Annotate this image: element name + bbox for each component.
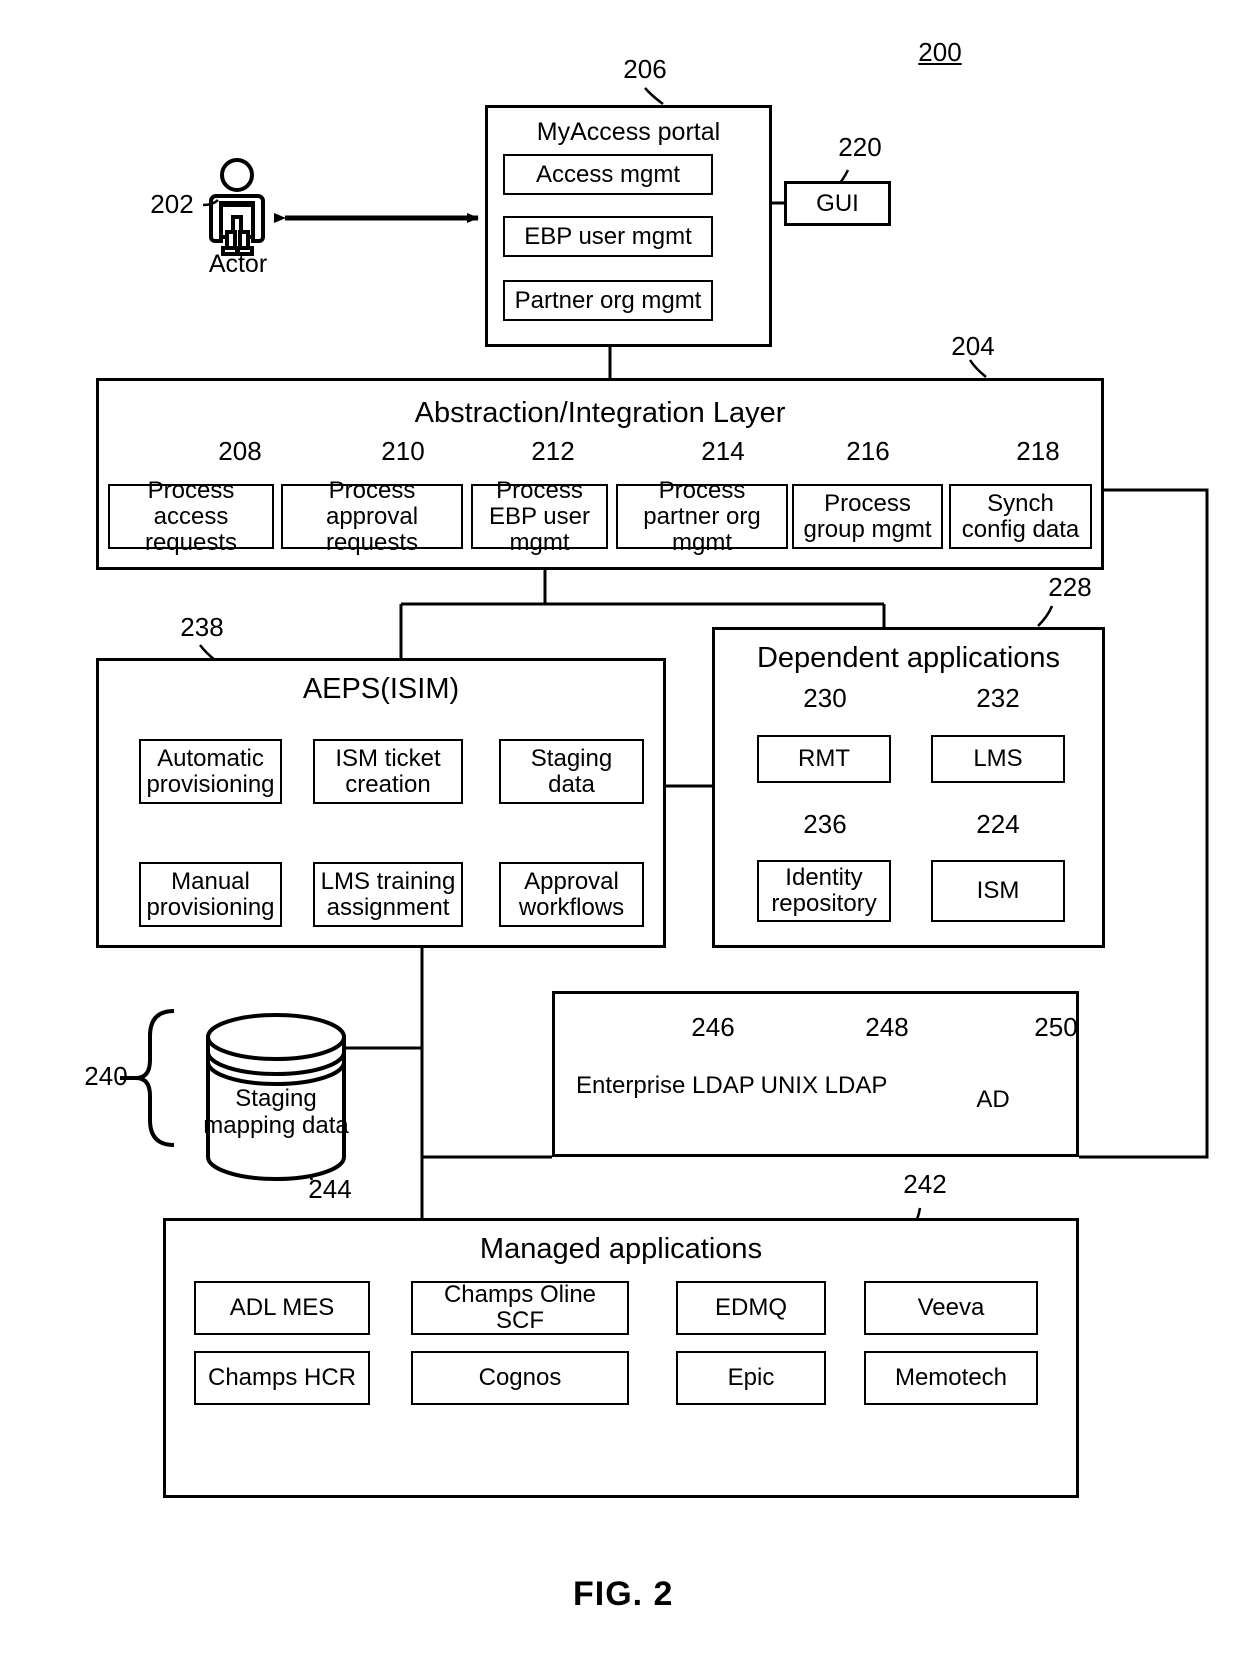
reference-212: 212 <box>531 436 575 466</box>
abstraction-item-synch-config-data[interactable]: Synch config data <box>949 484 1092 549</box>
reference-202: 202 <box>150 189 194 219</box>
reference-204: 204 <box>951 331 995 361</box>
portal-item-access-mgmt[interactable]: Access mgmt <box>503 154 713 195</box>
aeps-title: AEPS(ISIM) <box>302 673 460 705</box>
dependent-app-identity-repository[interactable]: Identity repository <box>757 860 891 922</box>
abstraction-item-process-ebp-user-mgmt[interactable]: Process EBP user mgmt <box>471 477 608 555</box>
dependent-app-rmt[interactable]: RMT <box>757 735 891 783</box>
dependent-app-lms[interactable]: LMS <box>931 735 1065 783</box>
portal-item-ebp-user-mgmt[interactable]: EBP user mgmt <box>503 216 713 257</box>
abstraction-item-process-access-requests[interactable]: Process access requests <box>108 477 274 555</box>
aeps-staging-branch <box>291 1027 422 1050</box>
reference-246: 246 <box>691 1012 735 1042</box>
abstraction-item-process-group-mgmt[interactable]: Process group mgmt <box>792 484 943 549</box>
reference-232: 232 <box>976 683 1020 713</box>
abstraction-item-process-partner-org-mgmt[interactable]: Process partner org mgmt <box>616 477 788 555</box>
reference-250: 250 <box>1034 1012 1078 1042</box>
managed-app-cognos[interactable]: Cognos <box>411 1351 629 1405</box>
staging-mapping-data-label: Staging mapping data <box>203 1085 349 1139</box>
ad-label[interactable]: AD <box>918 1087 1068 1113</box>
managed-applications-title: Managed applications <box>479 1233 763 1265</box>
unix-ldap-label[interactable]: UNIX LDAP <box>749 1073 899 1099</box>
reference-210: 210 <box>381 436 425 466</box>
dependent-app-ism[interactable]: ISM <box>931 860 1065 922</box>
managed-app-champs-hcr[interactable]: Champs HCR <box>194 1351 370 1405</box>
bracket-240 <box>135 1009 175 1147</box>
managed-app-veeva[interactable]: Veeva <box>864 1281 1038 1335</box>
portal-item-partner-org-mgmt[interactable]: Partner org mgmt <box>503 280 713 321</box>
reference-228: 228 <box>1048 572 1092 602</box>
reference-220: 220 <box>838 132 882 162</box>
aeps-item-staging-data[interactable]: Staging data <box>499 739 644 804</box>
figure-caption: FIG. 2 <box>573 1575 674 1613</box>
reference-230: 230 <box>803 683 847 713</box>
aeps-item-ism-ticket-creation[interactable]: ISM ticket creation <box>313 739 463 804</box>
gui-box[interactable]: GUI <box>784 181 891 226</box>
reference-208: 208 <box>218 436 262 466</box>
reference-242: 242 <box>903 1169 947 1199</box>
actor-label: Actor <box>208 250 268 278</box>
managed-app-epic[interactable]: Epic <box>676 1351 826 1405</box>
reference-224: 224 <box>976 809 1020 839</box>
managed-app-champs-oline-scf[interactable]: Champs Oline SCF <box>411 1281 629 1335</box>
managed-app-edmq[interactable]: EDMQ <box>676 1281 826 1335</box>
managed-app-memotech[interactable]: Memotech <box>864 1351 1038 1405</box>
abstraction-layer-title: Abstraction/Integration Layer <box>414 397 786 429</box>
reference-244: 244 <box>308 1174 352 1204</box>
abstraction-item-process-approval-requests[interactable]: Process approval requests <box>281 477 463 555</box>
reference-218: 218 <box>1016 436 1060 466</box>
reference-240: 240 <box>84 1061 128 1091</box>
dependent-applications-title: Dependent applications <box>756 642 1061 674</box>
enterprise-ldap-label[interactable]: Enterprise LDAP <box>576 1073 755 1099</box>
reference-206: 206 <box>623 54 667 84</box>
myaccess-portal-title: MyAccess portal <box>536 118 721 146</box>
reference-216: 216 <box>846 436 890 466</box>
reference-238: 238 <box>180 612 224 642</box>
aeps-item-automatic-provisioning[interactable]: Automatic provisioning <box>139 739 282 804</box>
managed-app-adl-mes[interactable]: ADL MES <box>194 1281 370 1335</box>
aeps-item-approval-workflows[interactable]: Approval workflows <box>499 862 644 927</box>
reference-236: 236 <box>803 809 847 839</box>
reference-248: 248 <box>865 1012 909 1042</box>
figure-canvas: 200 202 Actor 206 MyAccess portal Access… <box>0 0 1240 1665</box>
person-icon <box>209 158 265 256</box>
aeps-item-lms-training-assignment[interactable]: LMS training assignment <box>313 862 463 927</box>
reference-214: 214 <box>701 436 745 466</box>
aeps-item-manual-provisioning[interactable]: Manual provisioning <box>139 862 282 927</box>
system-reference-200: 200 <box>918 37 962 67</box>
